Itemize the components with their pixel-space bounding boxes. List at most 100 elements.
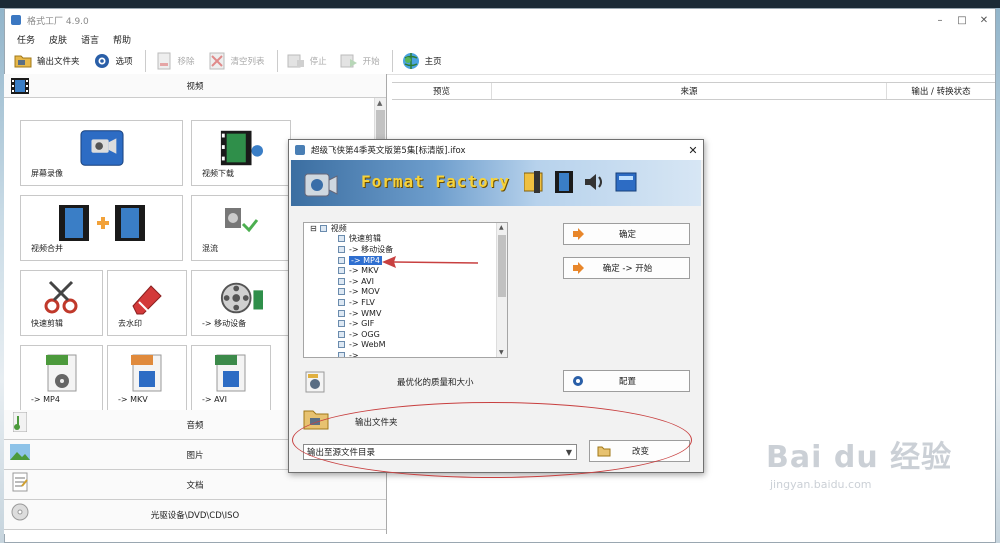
stop-icon (286, 51, 306, 71)
window-controls: – □ ✕ (929, 15, 995, 26)
format-node-icon (338, 256, 345, 264)
title-bar[interactable]: 格式工厂 4.9.0 – □ ✕ (5, 9, 995, 31)
ok-start-button[interactable]: 确定 -> 开始 (563, 257, 690, 279)
toolbar-separator (276, 49, 278, 72)
minimize-button[interactable]: – (929, 15, 951, 26)
category-video-header[interactable]: 视频 (4, 74, 386, 98)
image-format-icon (615, 170, 637, 194)
tree-item-mov[interactable]: -> MOV (304, 287, 507, 298)
film-download-icon (219, 129, 263, 167)
quality-settings-icon (303, 370, 327, 394)
close-button[interactable]: ✕ (973, 15, 995, 26)
format-node-icon (338, 267, 345, 275)
clear-list-icon (207, 51, 227, 71)
scroll-up-arrow-icon[interactable]: ▲ (499, 224, 504, 231)
clear-list-button[interactable]: 清空列表 (207, 51, 265, 71)
column-source[interactable]: 来源 (492, 83, 887, 99)
menu-task[interactable]: 任务 (17, 33, 35, 46)
window-title: 格式工厂 4.9.0 (27, 16, 89, 27)
tree-item-webm[interactable]: -> WebM (304, 340, 507, 351)
format-node-icon (338, 330, 345, 338)
ok-button[interactable]: 确定 (563, 223, 690, 245)
tree-item-more[interactable]: -> ... (304, 350, 507, 357)
options-button[interactable]: 选项 (92, 51, 133, 71)
play-icon (339, 51, 359, 71)
video-format-icon (523, 170, 545, 194)
tree-item-quick-clip[interactable]: 快速剪辑 (304, 234, 507, 245)
tile-to-avi[interactable]: -> AVI (191, 345, 271, 410)
start-button[interactable]: 开始 (339, 51, 380, 71)
category-optical-disc[interactable]: 光驱设备\DVD\CD\ISO (4, 500, 386, 530)
mux-icon (219, 204, 263, 242)
gear-icon (92, 51, 112, 71)
format-node-icon (338, 245, 345, 253)
tree-item-mobile[interactable]: -> 移动设备 (304, 244, 507, 255)
column-preview[interactable]: 预览 (392, 83, 492, 99)
menu-skin[interactable]: 皮肤 (49, 33, 67, 46)
baidu-watermark: Bai du 经验 jingyan.baidu.com (766, 432, 986, 522)
tile-to-mkv[interactable]: -> MKV (107, 345, 187, 410)
format-node-icon (338, 351, 345, 357)
tile-to-mp4[interactable]: -> MP4 (20, 345, 103, 410)
film-strip-icon (553, 170, 575, 194)
baidu-url: jingyan.baidu.com (770, 478, 872, 491)
red-ellipse-annotation (292, 402, 692, 478)
task-table-header: 预览 来源 输出 / 转换状态 (392, 82, 995, 100)
tree-item-flv[interactable]: -> FLV (304, 297, 507, 308)
tree-node-video[interactable]: ⊟ 视频 (304, 223, 507, 234)
gear-icon (570, 374, 586, 388)
output-folder-button[interactable]: 输出文件夹 (13, 51, 80, 71)
tile-screen-record[interactable]: 屏幕录像 (20, 120, 183, 186)
tree-item-avi[interactable]: -> AVI (304, 276, 507, 287)
desktop-top-strip (0, 0, 1000, 8)
tile-mux[interactable]: 混流 (191, 195, 291, 261)
dialog-title-bar[interactable]: 超级飞侠第4季英文版第5集[标清版].ifox ✕ (289, 140, 703, 160)
file-icon (295, 145, 305, 155)
format-node-icon (338, 235, 345, 243)
film-reel-icon (219, 279, 263, 317)
format-tree: ⊟ 视频 快速剪辑 -> 移动设备 -> MP4 -> MKV -> AVI -… (303, 222, 508, 358)
scroll-up-arrow-icon[interactable]: ▲ (377, 99, 382, 107)
document-remove-icon (154, 51, 174, 71)
tile-remove-watermark[interactable]: 去水印 (107, 270, 187, 336)
toolbar: 输出文件夹 选项 移除 清空列表 停止 开始 主页 (5, 47, 995, 75)
format-node-icon (338, 288, 345, 296)
format-node-icon (338, 341, 345, 349)
tile-quick-clip[interactable]: 快速剪辑 (20, 270, 103, 336)
tree-item-gif[interactable]: -> GIF (304, 318, 507, 329)
arrow-right-icon (570, 261, 586, 275)
stop-button[interactable]: 停止 (286, 51, 327, 71)
dialog-close-button[interactable]: ✕ (683, 144, 703, 157)
tree-item-wmv[interactable]: -> WMV (304, 308, 507, 319)
avi-file-icon (209, 354, 253, 392)
scissors-icon (40, 279, 84, 317)
speaker-icon (583, 170, 605, 194)
scroll-down-arrow-icon[interactable]: ▼ (499, 349, 504, 356)
tile-video-merge[interactable]: 视频合并 (20, 195, 183, 261)
disc-icon (10, 503, 30, 521)
tile-mobile-device[interactable]: -> 移动设备 (191, 270, 291, 336)
video-merge-icon (57, 204, 147, 242)
menu-help[interactable]: 帮助 (113, 33, 131, 46)
config-button[interactable]: 配置 (563, 370, 690, 392)
tree-scrollbar-thumb[interactable] (498, 235, 506, 297)
column-output-status[interactable]: 输出 / 转换状态 (887, 83, 995, 99)
tree-scrollbar[interactable]: ▲ ▼ (496, 223, 507, 357)
format-node-icon (338, 277, 345, 285)
category-document[interactable]: 文档 (4, 470, 386, 500)
camera-icon (79, 129, 124, 167)
menu-language[interactable]: 语言 (81, 33, 99, 46)
film-icon (10, 77, 30, 95)
format-node-icon (338, 309, 345, 317)
baidu-logo: Bai du 经验 (766, 440, 953, 475)
maximize-button[interactable]: □ (951, 15, 973, 26)
video-node-icon (319, 224, 327, 232)
remove-button[interactable]: 移除 (154, 51, 195, 71)
folder-icon (13, 51, 33, 71)
mkv-file-icon (125, 354, 169, 392)
home-button[interactable]: 主页 (401, 51, 442, 71)
tile-video-download[interactable]: 视频下载 (191, 120, 291, 186)
toolbar-separator (144, 49, 146, 72)
format-node-icon (338, 298, 345, 306)
tree-item-ogg[interactable]: -> OGG (304, 329, 507, 340)
